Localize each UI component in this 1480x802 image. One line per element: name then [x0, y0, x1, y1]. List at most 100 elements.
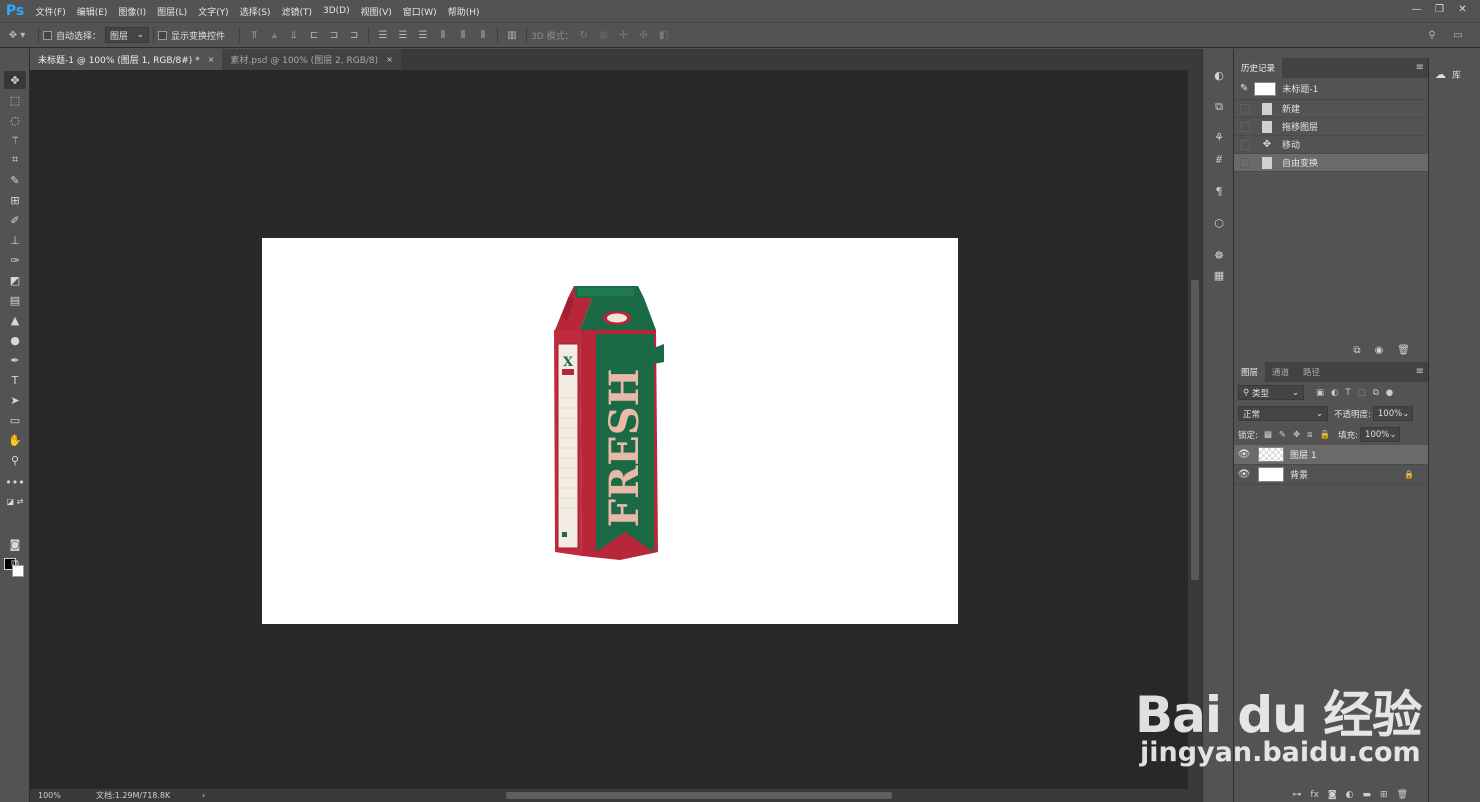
new-group-icon[interactable]: ▬ — [1363, 790, 1372, 800]
roll-3d-icon[interactable]: ◎ — [594, 26, 614, 44]
trash-icon[interactable]: 🗑 — [1397, 790, 1408, 800]
lock-artboard-icon[interactable]: ⧈ — [1307, 430, 1312, 440]
horizontal-scroll-thumb[interactable] — [506, 792, 892, 799]
path-selection-tool-icon[interactable]: ➤ — [4, 391, 26, 409]
marquee-tool-icon[interactable]: ⬚ — [4, 91, 26, 109]
layer-row-background[interactable]: 👁 背景 🔒 — [1234, 465, 1428, 485]
history-source-checkbox[interactable] — [1240, 157, 1250, 168]
align-vcenter-icon[interactable]: ⫨ — [264, 26, 284, 44]
close-window-button[interactable]: ✕ — [1451, 0, 1474, 18]
brush-tool-icon[interactable]: ✐ — [4, 211, 26, 229]
distribute-bottom-icon[interactable]: ☰ — [413, 26, 433, 44]
filter-smart-object-icon[interactable]: ⧉ — [1373, 388, 1379, 398]
menu-select[interactable]: 选择(S) — [234, 5, 276, 18]
screen-mode-icon[interactable]: ⧉ — [4, 555, 26, 573]
history-step[interactable]: ✥ 移动 — [1234, 136, 1428, 154]
rectangle-tool-icon[interactable]: ▭ — [4, 411, 26, 429]
history-source-checkbox[interactable] — [1240, 103, 1250, 114]
link-layers-icon[interactable]: ⊶ — [1292, 790, 1301, 800]
clone-source-icon[interactable]: ⧉ — [1209, 97, 1229, 117]
menu-edit[interactable]: 编辑(E) — [71, 5, 113, 18]
opacity-field[interactable]: 100% ⌄ — [1372, 406, 1413, 421]
vertical-scrollbar[interactable] — [1188, 70, 1202, 789]
filter-toggle-icon[interactable]: ● — [1386, 388, 1393, 398]
menu-file[interactable]: 文件(F) — [30, 5, 71, 18]
layer-style-fx-icon[interactable]: fx — [1310, 790, 1319, 800]
menu-filter[interactable]: 滤镜(T) — [276, 5, 318, 18]
type-tool-icon[interactable]: T — [4, 371, 26, 389]
drag-3d-icon[interactable]: ✢ — [614, 26, 634, 44]
layer-name[interactable]: 图层 1 — [1290, 448, 1317, 461]
add-mask-icon[interactable]: ◙ — [1328, 790, 1337, 800]
menu-window[interactable]: 窗口(W) — [397, 5, 442, 18]
lock-all-icon[interactable]: 🔒 — [1320, 430, 1331, 440]
eraser-tool-icon[interactable]: ◩ — [4, 271, 26, 289]
workspace-icon[interactable]: ▭ — [1448, 26, 1468, 44]
more-tools-icon[interactable]: ••• — [4, 473, 26, 491]
eyedropper-tool-icon[interactable]: ✎ — [4, 171, 26, 189]
adjustment-layer-icon[interactable]: ◐ — [1346, 790, 1354, 800]
healing-brush-tool-icon[interactable]: ⊞ — [4, 191, 26, 209]
distribute-vcenter-icon[interactable]: ☰ — [393, 26, 413, 44]
close-icon[interactable]: × — [208, 55, 215, 64]
close-icon[interactable]: × — [386, 55, 393, 64]
show-transform-checkbox[interactable] — [158, 30, 168, 40]
trash-icon[interactable]: 🗑 — [1397, 345, 1410, 356]
history-step-selected[interactable]: 自由变换 — [1234, 154, 1428, 172]
auto-align-icon[interactable]: ▥ — [502, 26, 522, 44]
align-hcenter-icon[interactable]: ⊐ — [324, 26, 344, 44]
magic-wand-tool-icon[interactable]: ⚚ — [4, 131, 26, 149]
filter-adjustment-icon[interactable]: ◐ — [1331, 388, 1338, 398]
lock-transparent-icon[interactable]: ▩ — [1264, 430, 1272, 440]
camera-icon[interactable]: ◉ — [1375, 345, 1384, 356]
lock-pixels-icon[interactable]: ✎ — [1279, 430, 1286, 440]
menu-help[interactable]: 帮助(H) — [442, 5, 485, 18]
new-layer-icon[interactable]: ⊞ — [1380, 790, 1388, 800]
status-menu-arrow[interactable]: › — [202, 791, 205, 800]
distribute-right-icon[interactable]: ⫴ — [473, 26, 493, 44]
clone-stamp-tool-icon[interactable]: ⊥ — [4, 231, 26, 249]
styles-icon[interactable]: ☸ — [1209, 245, 1229, 265]
menu-type[interactable]: 文字(Y) — [193, 5, 235, 18]
panel-menu-icon[interactable]: ≡ — [1416, 62, 1424, 73]
hand-tool-icon[interactable]: ✋ — [4, 431, 26, 449]
quick-mask-icon[interactable]: ◙ — [4, 535, 26, 553]
pen-tool-icon[interactable]: ✒ — [4, 351, 26, 369]
lock-position-icon[interactable]: ✥ — [1293, 430, 1300, 440]
tab-paths[interactable]: 路径 — [1296, 362, 1327, 382]
panel-menu-icon[interactable]: ≡ — [1416, 366, 1424, 377]
menu-3d[interactable]: 3D(D) — [317, 6, 355, 16]
filter-shape-icon[interactable]: ⬚ — [1358, 388, 1366, 398]
distribute-top-icon[interactable]: ☰ — [373, 26, 393, 44]
adjustments-icon[interactable]: ◐ — [1209, 65, 1229, 85]
tab-channels[interactable]: 通道 — [1265, 362, 1296, 382]
search-icon[interactable]: ⚲ — [1422, 26, 1442, 44]
zoom-tool-icon[interactable]: ⚲ — [4, 451, 26, 469]
layer-row-1[interactable]: 👁 图层 1 — [1234, 445, 1428, 465]
3d-cube-icon[interactable]: ⬡ — [1209, 213, 1229, 233]
history-step[interactable]: 新建 — [1234, 100, 1428, 118]
slide-3d-icon[interactable]: ✣ — [634, 26, 654, 44]
vertical-scroll-thumb[interactable] — [1191, 280, 1199, 580]
new-document-from-state-icon[interactable]: ⧉ — [1353, 345, 1360, 356]
tab-layers[interactable]: 图层 — [1234, 362, 1266, 382]
tab-history[interactable]: 历史记录 — [1234, 58, 1283, 78]
filter-type-icon[interactable]: T — [1345, 388, 1350, 398]
swatches-grid-icon[interactable]: ▦ — [1209, 265, 1229, 285]
history-brush-source-icon[interactable]: ✎ — [1240, 83, 1248, 94]
scale-3d-icon[interactable]: ◧ — [654, 26, 674, 44]
document-canvas[interactable]: X FRESH — [262, 238, 958, 624]
align-top-icon[interactable]: ⫪ — [244, 26, 264, 44]
gradient-tool-icon[interactable]: ▤ — [4, 291, 26, 309]
move-tool-icon[interactable]: ✥ — [4, 71, 26, 89]
auto-select-dropdown[interactable]: 图层 ⌄ — [105, 27, 150, 43]
align-right-icon[interactable]: ⊐ — [344, 26, 364, 44]
canvas-area[interactable]: X FRESH — [30, 70, 1188, 789]
crop-tool-icon[interactable]: ⌗ — [4, 151, 26, 169]
history-snapshot[interactable]: ✎ 未标题-1 — [1234, 78, 1428, 100]
fill-field[interactable]: 100% ⌄ — [1360, 427, 1401, 442]
minimize-button[interactable]: — — [1405, 0, 1428, 18]
menu-layer[interactable]: 图层(L) — [152, 5, 193, 18]
move-tool-preset-icon[interactable]: ✥ ▾ — [0, 26, 34, 44]
menu-image[interactable]: 图像(I) — [113, 5, 152, 18]
